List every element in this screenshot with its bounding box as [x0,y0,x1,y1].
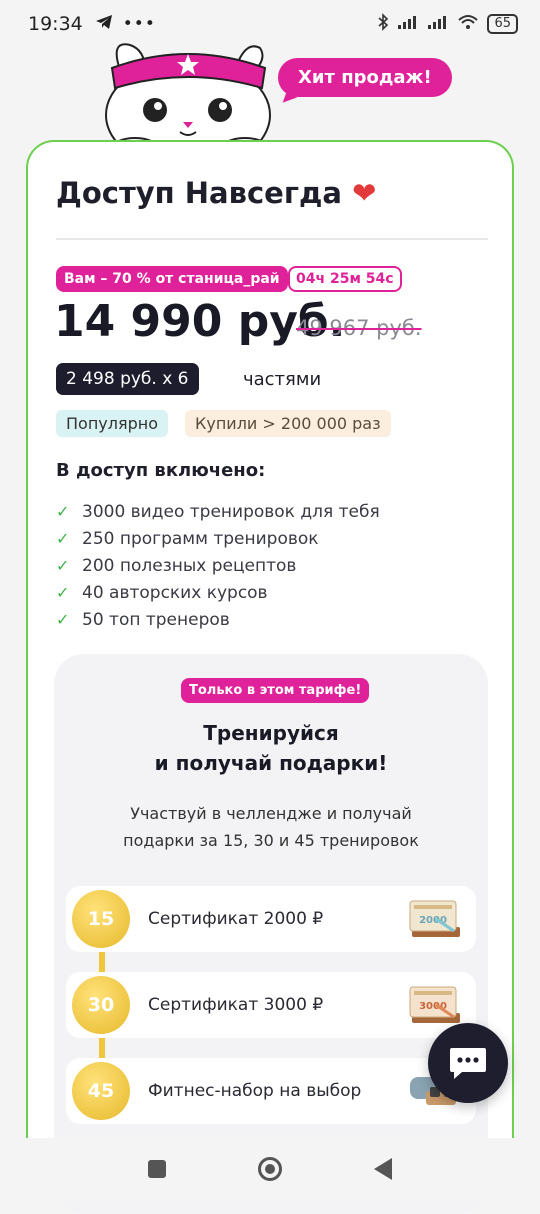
check-icon: ✓ [56,556,70,575]
certificate-icon: 2000 [409,900,460,937]
bonus-desc-line: Участвуй в челлендже и получай [130,804,412,823]
feature-item: ✓ 50 топ тренеров [56,606,380,633]
feature-item: ✓ 250 программ тренировок [56,525,380,552]
bonus-description: Участвуй в челлендже и получай подарки з… [54,800,488,854]
bluetooth-icon [377,13,389,35]
signal-icon [397,14,419,34]
step-number-badge: 45 [72,1062,130,1120]
check-icon: ✓ [56,502,70,521]
back-button[interactable] [374,1158,392,1180]
tag-popular: Популярно [56,410,169,437]
check-icon: ✓ [56,583,70,602]
recent-apps-button[interactable] [148,1160,166,1178]
step-number-badge: 30 [72,976,130,1034]
reward-step: 30 Сертификат 3000 ₽ 3000 [66,972,476,1038]
step-label: Сертификат 3000 ₽ [148,995,324,1015]
bonus-title: Тренируйся и получай подарки! [54,718,488,778]
feature-item: ✓ 40 авторских курсов [56,579,380,606]
step-label: Фитнес-набор на выбор [148,1081,362,1101]
bonus-desc-line: подарки за 15, 30 и 45 тренировок [123,831,419,850]
feature-item: ✓ 3000 видео тренировок для тебя [56,498,380,525]
feature-text: 40 авторских курсов [82,582,268,603]
reward-step: 15 Сертификат 2000 ₽ 2000 [66,886,476,952]
feature-text: 200 полезных рецептов [82,555,297,576]
feature-text: 50 топ тренеров [82,609,230,630]
telegram-icon [95,14,113,35]
installment-badge: 2 498 руб. х 6 [56,363,199,395]
old-price: 49 967 руб. [296,316,422,340]
feature-text: 250 программ тренировок [82,528,319,549]
includes-title: В доступ включено: [56,460,266,481]
bonus-title-line: и получай подарки! [154,751,388,775]
home-button[interactable] [258,1157,282,1181]
divider [56,238,488,240]
chat-support-button[interactable] [428,1023,508,1103]
countdown-timer: 04ч 25м 54с [288,266,402,292]
more-notifications-icon: ••• [122,14,156,34]
chat-bubble-icon [450,1048,486,1079]
card-title-text: Доступ Навсегда [56,176,342,210]
bonus-block: Только в этом тарифе! Тренируйся и получ… [54,654,488,1214]
battery-icon: 65 [487,14,518,34]
bonus-title-line: Тренируйся [203,721,339,745]
signal-icon-2 [427,14,449,34]
status-time: 19:34 [28,13,83,35]
step-number-badge: 15 [72,890,130,948]
step-label: Сертификат 2000 ₽ [148,909,324,929]
reward-step: 45 Фитнес-набор на выбор [66,1058,476,1124]
heart-icon: ❤ [352,176,377,210]
check-icon: ✓ [56,529,70,548]
navigation-bar [0,1138,540,1200]
feature-text: 3000 видео тренировок для тебя [82,501,380,522]
check-icon: ✓ [56,610,70,629]
wifi-icon [457,14,479,34]
feature-item: ✓ 200 полезных рецептов [56,552,380,579]
card-title: Доступ Навсегда ❤ [56,176,376,210]
exclusive-badge: Только в этом тарифе! [181,678,370,703]
installment-suffix: частями [243,369,322,390]
bestseller-bubble: Хит продаж! [278,58,452,97]
certificate-icon: 3000 [409,986,460,1023]
discount-badge: Вам – 70 % от станица_рай [56,266,288,292]
tag-bought-count: Купили > 200 000 раз [185,410,391,437]
features-list: ✓ 3000 видео тренировок для тебя ✓ 250 про… [56,498,380,633]
